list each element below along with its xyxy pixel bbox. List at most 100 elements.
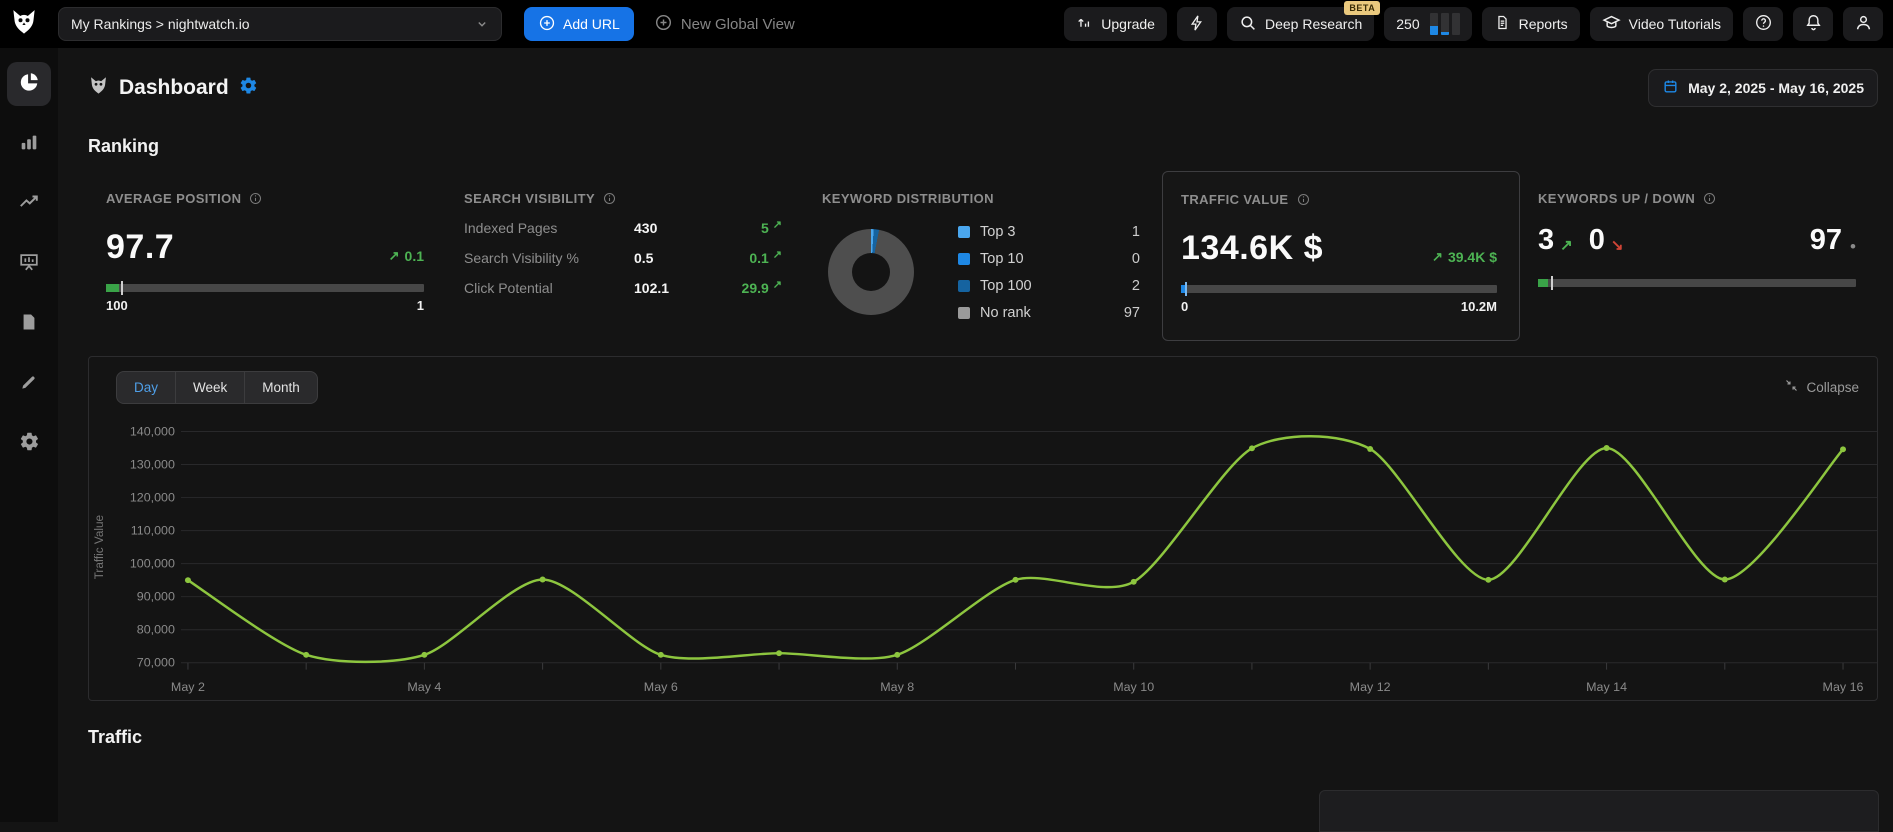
info-icon[interactable] [1296,192,1311,207]
account-button[interactable] [1843,7,1883,41]
granularity-tabs: Day Week Month [116,370,318,404]
traffic-value-card[interactable]: TRAFFIC VALUE 134.6K $ ↗ 39.4K $ 0 10.2M [1162,171,1520,341]
help-button[interactable] [1743,7,1783,41]
svg-text:120,000: 120,000 [130,491,175,505]
svg-text:May 8: May 8 [880,680,914,694]
collapse-button[interactable]: Collapse [1784,378,1859,396]
keywords-up-down-values: 3 ↗ 0 ↘ 97 • [1538,224,1856,256]
svg-text:May 12: May 12 [1350,680,1391,694]
sidebar-item-rankings[interactable] [7,122,51,166]
keywords-up-down-card: KEYWORDS UP / DOWN 3 ↗ 0 ↘ 97 • [1520,171,1878,341]
credits-usage-bars-icon [1429,13,1460,35]
average-position-card: AVERAGE POSITION 97.7 ↗ 0.1 100 1 [88,171,446,341]
chart-panel-header: Day Week Month Collapse [89,357,1877,404]
sidebar-item-notes[interactable] [7,362,51,406]
trending-up-icon [18,191,40,218]
deep-research-button[interactable]: Deep Research BETA [1226,1,1381,41]
bar-chart-icon [18,131,40,158]
credits-value: 250 [1396,16,1420,32]
info-icon[interactable] [602,191,617,206]
search-visibility-row: Search Visibility % 0.5 0.1 ↗ [464,249,782,266]
tab-week[interactable]: Week [175,371,244,403]
info-icon[interactable] [1702,191,1717,206]
main-content: Dashboard May 2, 2025 - May 16, 2025 Ran… [58,66,1893,748]
svg-text:70,000: 70,000 [137,656,175,670]
keywords-down-count: 0 [1588,224,1605,256]
upgrade-label: Upgrade [1101,16,1155,32]
upgrade-button[interactable]: Upgrade [1064,7,1167,41]
sidebar-item-dashboard[interactable] [7,62,51,106]
trend-up-icon: ↗ [772,249,782,261]
document-icon [19,312,39,337]
bar-marker [1550,276,1553,290]
svg-text:May 6: May 6 [644,680,678,694]
svg-text:90,000: 90,000 [137,590,175,604]
credits-button[interactable]: 250 [1384,7,1472,41]
svg-text:May 4: May 4 [407,680,441,694]
pencil-icon [19,372,39,397]
bar-marker [121,281,124,295]
average-position-bar [106,281,424,295]
sidebar-item-settings[interactable] [7,422,51,466]
page-title-wrap: Dashboard [88,75,258,101]
dot-icon: • [1850,237,1856,256]
ranking-cards-row: AVERAGE POSITION 97.7 ↗ 0.1 100 1 SEARCH… [88,171,1878,341]
date-range-value: May 2, 2025 - May 16, 2025 [1688,80,1864,96]
page-header: Dashboard May 2, 2025 - May 16, 2025 [88,66,1878,110]
legend-swatch [958,279,970,292]
sidebar-item-trends[interactable] [7,182,51,226]
user-icon [1854,13,1873,35]
traffic-panel-partial [1319,790,1879,832]
svg-text:110,000: 110,000 [131,524,175,538]
owl-mini-icon [88,75,109,101]
traffic-value-scale: 0 10.2M [1181,299,1497,314]
card-label: TRAFFIC VALUE [1181,192,1497,207]
svg-text:80,000: 80,000 [137,623,175,637]
tab-day[interactable]: Day [117,372,175,403]
ranking-section-title: Ranking [88,136,160,156]
quick-actions-button[interactable] [1176,7,1217,41]
click-potential-row: Click Potential 102.1 29.9 ↗ [464,279,782,296]
reports-label: Reports [1518,16,1568,32]
traffic-value-value: 134.6K $ [1181,229,1323,267]
card-label: KEYWORD DISTRIBUTION [822,191,1140,206]
calendar-icon [1662,78,1679,98]
reports-button[interactable]: Reports [1481,7,1580,41]
indexed-pages-row: Indexed Pages 430 5 ↗ [464,219,782,236]
add-url-button[interactable]: Add URL [524,7,634,41]
keyword-distribution-card: KEYWORD DISTRIBUTION Top 3 1 Top 10 0 To… [804,171,1162,341]
tab-month[interactable]: Month [244,371,317,403]
traffic-section-title: Traffic [88,727,143,747]
svg-text:100,000: 100,000 [130,557,175,571]
video-tutorials-button[interactable]: Video Tutorials [1589,7,1733,41]
notifications-button[interactable] [1793,7,1833,41]
trend-up-icon: ↗ [388,248,400,263]
owl-icon [9,7,39,42]
sidebar-item-pages[interactable] [7,302,51,346]
traffic-value-chart-panel: Day Week Month Collapse 70,000 80,000 90,0… [88,356,1878,701]
left-sidebar [0,48,58,822]
dashboard-settings-gear-icon[interactable] [239,76,258,100]
nightwatch-logo[interactable] [0,0,48,48]
traffic-value-delta: ↗ 39.4K $ [1432,249,1497,265]
legend-row-top100: Top 100 2 [958,272,1140,299]
info-icon[interactable] [248,191,263,206]
collapse-label: Collapse [1806,379,1859,395]
svg-text:Traffic Value: Traffic Value [92,515,106,580]
legend-row-top3: Top 3 1 [958,218,1140,245]
traffic-value-line-chart[interactable]: 70,000 80,000 90,000 100,000 110,000 120,000 1… [89,406,1877,700]
plus-circle-icon [538,14,556,35]
search-visibility-label: SEARCH VISIBILITY [464,191,596,206]
card-label: AVERAGE POSITION [106,191,424,206]
new-global-view-button[interactable]: New Global View [654,13,795,36]
sidebar-item-site-audit[interactable] [7,242,51,286]
date-range-picker[interactable]: May 2, 2025 - May 16, 2025 [1648,69,1878,107]
beta-badge: BETA [1344,1,1381,15]
svg-text:May 2: May 2 [171,680,205,694]
traffic-value-bar [1181,282,1497,296]
keyword-distribution-body: Top 3 1 Top 10 0 Top 100 2 No rank 97 [822,218,1140,326]
lightning-bolt-icon [1188,14,1206,35]
traffic-value-value-row: 134.6K $ ↗ 39.4K $ [1181,231,1497,265]
project-selector[interactable]: My Rankings > nightwatch.io [58,7,502,41]
keywords-up-count: 3 [1538,224,1555,256]
